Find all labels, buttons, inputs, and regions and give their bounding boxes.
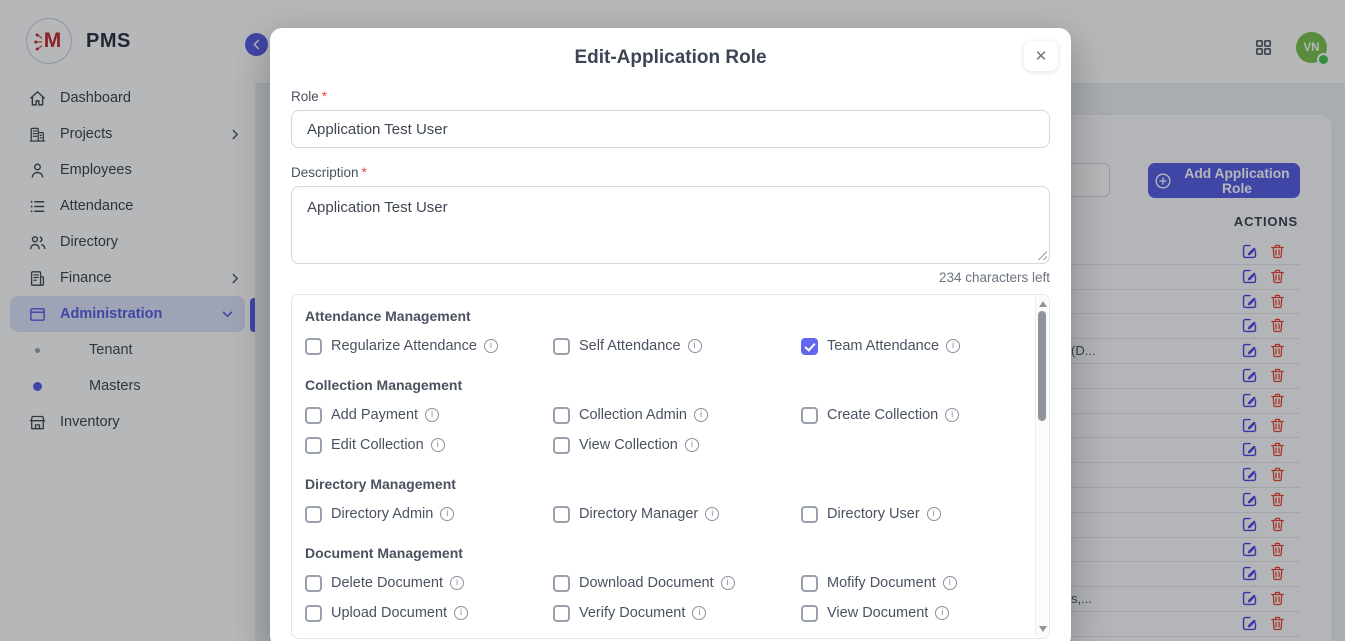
app-root: M PMS DashboardProjectsEmployeesAttendan…	[0, 0, 1345, 641]
checkbox-icon[interactable]	[553, 338, 570, 355]
permission-option-mofify-document[interactable]: Mofify Document i	[801, 572, 1019, 594]
required-asterisk: *	[362, 165, 367, 180]
scroll-up-arrow-icon[interactable]	[1039, 301, 1047, 307]
permission-section-title: Collection Management	[305, 377, 1019, 393]
checkbox-icon[interactable]	[305, 575, 322, 592]
permission-label: Directory Manager	[579, 506, 698, 522]
permission-label: Add Payment	[331, 407, 418, 423]
checkbox-icon[interactable]	[305, 506, 322, 523]
close-icon: ✕	[1035, 47, 1048, 65]
permission-option-add-payment[interactable]: Add Payment i	[305, 404, 553, 426]
permission-option-create-collection[interactable]: Create Collection i	[801, 404, 1019, 426]
description-textarea[interactable]: Application Test User	[291, 186, 1050, 264]
permission-option-directory-manager[interactable]: Directory Manager i	[553, 503, 801, 525]
checkbox-icon[interactable]	[801, 605, 818, 622]
info-icon[interactable]: i	[454, 606, 468, 620]
checkbox-icon[interactable]	[553, 605, 570, 622]
permission-option-regularize-attendance[interactable]: Regularize Attendance i	[305, 335, 553, 357]
permission-label: Self Attendance	[579, 338, 681, 354]
modal-title: Edit-Application Role	[291, 47, 1050, 69]
characters-left-counter: 234 characters left	[291, 270, 1050, 285]
info-icon[interactable]: i	[688, 339, 702, 353]
permission-label: Directory User	[827, 506, 920, 522]
info-icon[interactable]: i	[431, 438, 445, 452]
checkbox-icon[interactable]	[553, 506, 570, 523]
permission-label: Directory Admin	[331, 506, 433, 522]
role-input[interactable]	[291, 110, 1050, 148]
permission-label: View Document	[827, 605, 928, 621]
permission-section-title: Directory Management	[305, 476, 1019, 492]
permission-label: Edit Collection	[331, 437, 424, 453]
description-label: Description*	[291, 165, 1050, 180]
edit-application-role-modal: ✕ Edit-Application Role Role* Descriptio…	[270, 28, 1071, 641]
info-icon[interactable]: i	[694, 408, 708, 422]
permission-label: Upload Document	[331, 605, 447, 621]
permission-grid: Add PaymentiCollection AdminiCreate Coll…	[305, 404, 1019, 456]
checkbox-icon[interactable]	[553, 575, 570, 592]
info-icon[interactable]: i	[425, 408, 439, 422]
scroll-down-arrow-icon[interactable]	[1039, 626, 1047, 632]
checkbox-icon[interactable]	[305, 605, 322, 622]
permission-section-title: Attendance Management	[305, 308, 1019, 324]
info-icon[interactable]: i	[484, 339, 498, 353]
permission-option-view-document[interactable]: View Document i	[801, 602, 1019, 624]
checkbox-icon[interactable]	[801, 506, 818, 523]
permission-option-view-collection[interactable]: View Collection i	[553, 434, 801, 456]
permission-label: Delete Document	[331, 575, 443, 591]
checkbox-icon[interactable]	[553, 437, 570, 454]
info-icon[interactable]: i	[935, 606, 949, 620]
scrollbar-thumb[interactable]	[1038, 311, 1046, 421]
permission-option-directory-user[interactable]: Directory User i	[801, 503, 1019, 525]
checkbox-icon[interactable]	[305, 407, 322, 424]
checkbox-checked-icon[interactable]	[801, 338, 818, 355]
permissions-panel: Attendance Management Regularize Attendan…	[291, 294, 1050, 639]
info-icon[interactable]: i	[685, 438, 699, 452]
close-button[interactable]: ✕	[1024, 41, 1058, 71]
permissions-panel-content: Attendance Management Regularize Attendan…	[292, 295, 1049, 624]
permission-option-upload-document[interactable]: Upload Document i	[305, 602, 553, 624]
permission-option-directory-admin[interactable]: Directory Admin i	[305, 503, 553, 525]
permission-grid: Regularize AttendanceiSelf AttendanceiTe…	[305, 335, 1019, 357]
info-icon[interactable]: i	[721, 576, 735, 590]
permissions-scrollbar[interactable]	[1035, 296, 1048, 637]
permission-option-verify-document[interactable]: Verify Document i	[553, 602, 801, 624]
permission-option-collection-admin[interactable]: Collection Admin i	[553, 404, 801, 426]
permission-option-delete-document[interactable]: Delete Document i	[305, 572, 553, 594]
permission-section-directory-management: Directory ManagementDirectory AdminiDire…	[305, 476, 1019, 525]
permission-label: Mofify Document	[827, 575, 936, 591]
description-field-wrapper: Application Test User	[291, 186, 1050, 264]
role-label: Role*	[291, 89, 1050, 104]
permission-grid: Delete DocumentiDownload DocumentiMofify…	[305, 572, 1019, 624]
permission-label: View Collection	[579, 437, 678, 453]
info-icon[interactable]: i	[440, 507, 454, 521]
permission-label: Team Attendance	[827, 338, 939, 354]
checkbox-icon[interactable]	[305, 437, 322, 454]
info-icon[interactable]: i	[943, 576, 957, 590]
checkbox-icon[interactable]	[305, 338, 322, 355]
info-icon[interactable]: i	[927, 507, 941, 521]
info-icon[interactable]: i	[705, 507, 719, 521]
checkbox-icon[interactable]	[801, 575, 818, 592]
permission-section-document-management: Document ManagementDelete DocumentiDownl…	[305, 545, 1019, 624]
permission-label: Verify Document	[579, 605, 685, 621]
permission-section-collection-management: Collection ManagementAdd PaymentiCollect…	[305, 377, 1019, 456]
info-icon[interactable]: i	[945, 408, 959, 422]
checkbox-icon[interactable]	[801, 407, 818, 424]
permission-label: Create Collection	[827, 407, 938, 423]
permission-label: Download Document	[579, 575, 714, 591]
permission-grid: Directory AdminiDirectory ManageriDirect…	[305, 503, 1019, 525]
permission-section-title: Document Management	[305, 545, 1019, 561]
permission-option-team-attendance[interactable]: Team Attendance i	[801, 335, 1019, 357]
checkbox-icon[interactable]	[553, 407, 570, 424]
permission-option-self-attendance[interactable]: Self Attendance i	[553, 335, 801, 357]
info-icon[interactable]: i	[946, 339, 960, 353]
permission-section-attendance-management: Attendance Management Regularize Attendan…	[305, 308, 1019, 357]
required-asterisk: *	[322, 89, 327, 104]
info-icon[interactable]: i	[692, 606, 706, 620]
permission-label: Collection Admin	[579, 407, 687, 423]
info-icon[interactable]: i	[450, 576, 464, 590]
permission-option-download-document[interactable]: Download Document i	[553, 572, 801, 594]
permission-option-edit-collection[interactable]: Edit Collection i	[305, 434, 553, 456]
permission-label: Regularize Attendance	[331, 338, 477, 354]
